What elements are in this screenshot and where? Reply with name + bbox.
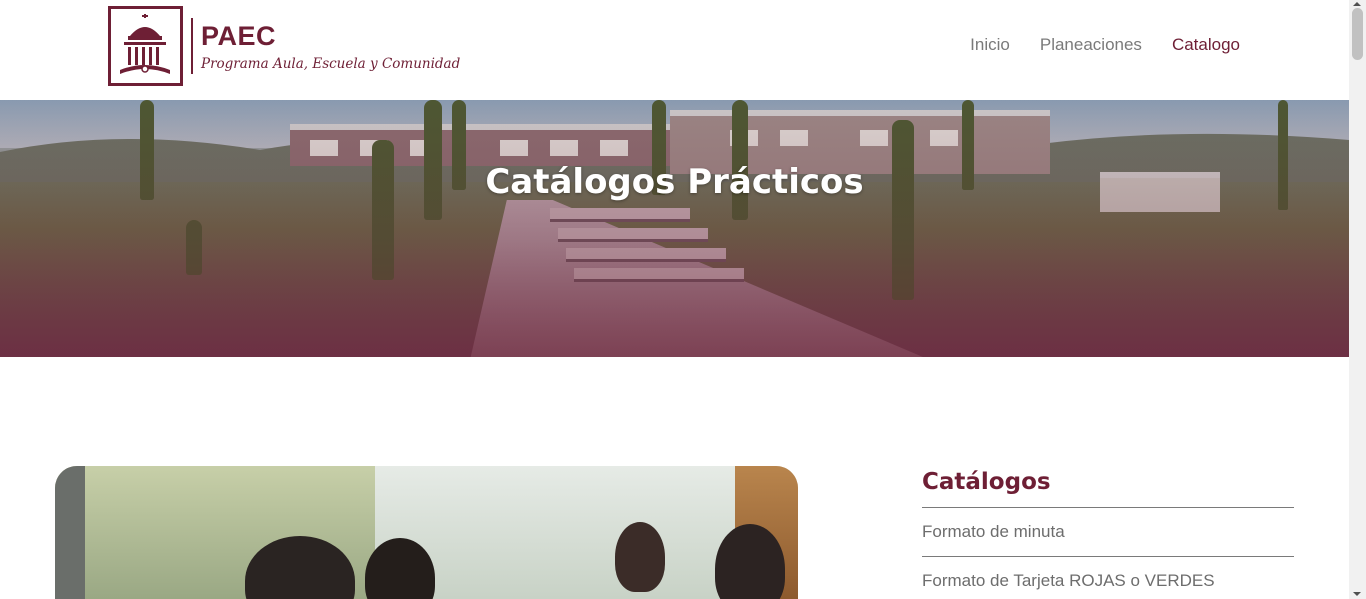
nav-link-catalogo[interactable]: Catalogo — [1172, 35, 1240, 55]
building-dome-icon — [108, 6, 183, 86]
nav-link-planeaciones[interactable]: Planeaciones — [1040, 35, 1142, 55]
logo-title: PAEC — [201, 21, 277, 51]
hero-title: Catálogos Prácticos — [485, 162, 864, 202]
content-photo — [55, 466, 798, 599]
scroll-up-arrow-icon[interactable] — [1353, 2, 1361, 6]
hero-banner: Catálogos Prácticos — [0, 100, 1349, 357]
photo-frame — [55, 466, 85, 599]
catalog-sidebar: Catálogos Formato de minuta Formato de T… — [922, 466, 1294, 599]
scroll-down-arrow-icon[interactable] — [1353, 592, 1361, 596]
photo-person — [615, 522, 665, 592]
page-scrollbar[interactable] — [1349, 0, 1366, 599]
logo-text: PAEC Programa Aula, Escuela y Comunidad — [201, 19, 460, 73]
scrollbar-thumb[interactable] — [1352, 8, 1363, 60]
nav-link-inicio[interactable]: Inicio — [970, 35, 1010, 55]
main-nav: Inicio Planeaciones Catalogo — [970, 35, 1240, 55]
site-logo[interactable]: PAEC Programa Aula, Escuela y Comunidad — [108, 6, 460, 86]
sidebar-item-formato-tarjeta[interactable]: Formato de Tarjeta ROJAS o VERDES — [922, 557, 1294, 599]
hero-overlay — [0, 100, 1349, 357]
site-header: PAEC Programa Aula, Escuela y Comunidad … — [0, 0, 1349, 100]
logo-subtitle: Programa Aula, Escuela y Comunidad — [201, 56, 461, 72]
logo-divider — [191, 18, 193, 74]
sidebar-title: Catálogos — [922, 469, 1051, 495]
sidebar-item-formato-minuta[interactable]: Formato de minuta — [922, 508, 1294, 556]
